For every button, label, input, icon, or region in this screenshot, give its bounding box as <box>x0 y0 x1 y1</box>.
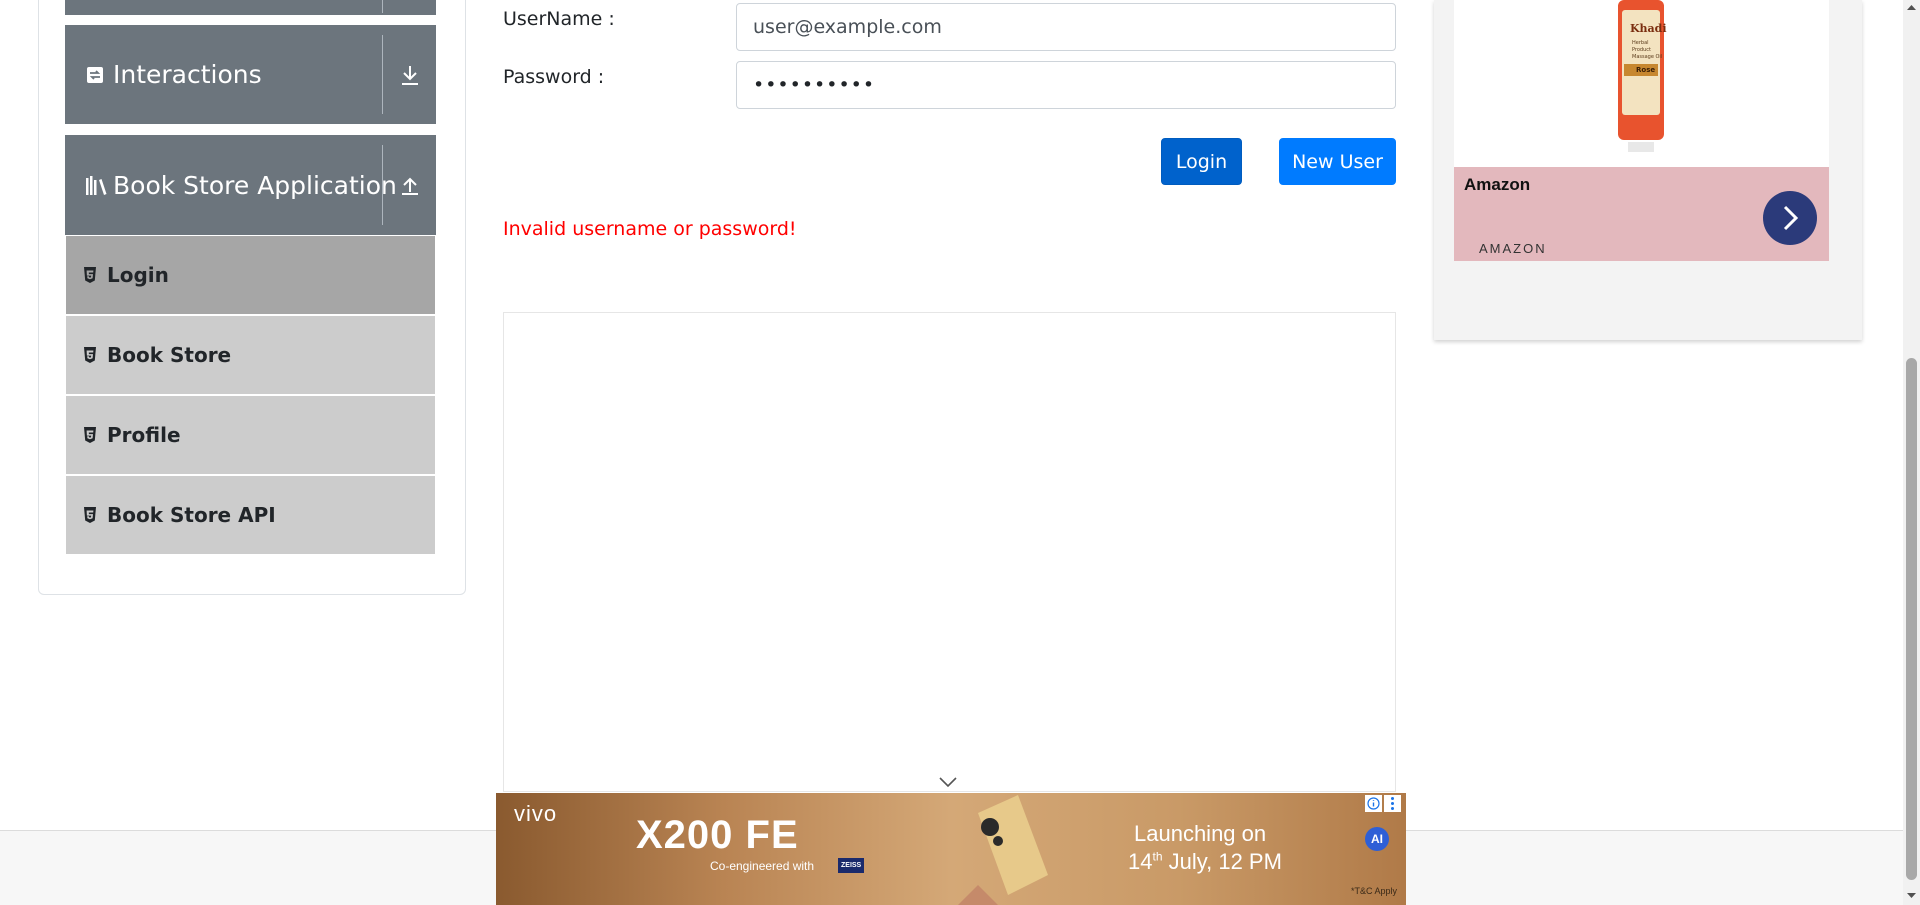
results-panel <box>503 312 1396 792</box>
ad-product-line-2: Product <box>1632 47 1651 53</box>
username-input[interactable]: user@example.com <box>736 3 1396 51</box>
sidebar-item-profile[interactable]: Profile <box>66 396 435 474</box>
ad-banner[interactable]: Amazon AMAZON <box>1454 167 1829 261</box>
login-button-label: Login <box>1175 150 1228 173</box>
sidebar-item-book-store-api[interactable]: Book Store API <box>66 476 435 554</box>
scroll-up-arrow-icon[interactable] <box>1907 4 1916 10</box>
ad-partner-logo: ZEISS <box>838 858 865 873</box>
books-icon <box>85 174 109 196</box>
new-user-button-label: New User <box>1292 150 1383 173</box>
phone-image <box>958 795 1048 905</box>
html5-icon <box>84 507 96 523</box>
scroll-down-arrow-icon[interactable] <box>1907 893 1916 899</box>
ad-launch-line-1: Launching on <box>1134 821 1267 846</box>
sidebar-item-label: Login <box>107 263 169 287</box>
ai-badge-icon: AI <box>1365 827 1389 851</box>
ad-launch-line-2: July, 12 PM <box>1162 849 1282 874</box>
password-label: Password : <box>503 66 605 88</box>
sidebar-item-login[interactable]: Login <box>66 236 435 314</box>
ad-advertiser: Amazon <box>1464 175 1531 194</box>
ad-info-icon[interactable] <box>1365 795 1382 812</box>
page-scrollbar[interactable] <box>1903 0 1920 905</box>
repeat-icon <box>85 64 105 86</box>
arrow-down-icon[interactable] <box>395 60 425 90</box>
right-ad[interactable]: Khadi Herbal Product Massage Oil Rose Am… <box>1434 0 1862 340</box>
group-label-interactions: Interactions <box>113 60 262 89</box>
sidebar-item-label: Profile <box>107 423 181 447</box>
ad-launch-suffix: th <box>1152 849 1163 864</box>
ad-brand: vivo <box>514 801 558 826</box>
arrow-up-icon[interactable] <box>395 170 425 200</box>
password-input[interactable]: •••••••••• <box>736 61 1396 109</box>
ad-product-variant: Rose <box>1636 66 1656 74</box>
username-value: user@example.com <box>753 16 942 38</box>
group-label-book-store-application: Book Store Application <box>113 170 397 200</box>
ad-advertiser-caption: AMAZON <box>1479 241 1547 256</box>
scrollbar-thumb[interactable] <box>1906 358 1917 880</box>
group-divider <box>382 145 383 225</box>
ad-product-line-1: Herbal <box>1632 40 1649 46</box>
chevron-down-icon[interactable] <box>939 776 957 788</box>
sidebar-item-book-store[interactable]: Book Store <box>66 316 435 394</box>
bottom-ad[interactable]: vivo X200 FE Co-engineered with ZEISS La… <box>496 793 1406 905</box>
ad-launch-day: 14 <box>1128 849 1153 874</box>
username-label: UserName : <box>503 8 615 30</box>
html5-icon <box>84 347 96 363</box>
error-message: Invalid username or password! <box>503 218 797 240</box>
ad-product-area: Khadi Herbal Product Massage Oil Rose <box>1454 0 1829 167</box>
ad-terms: *T&C Apply <box>1351 886 1398 896</box>
group-header-interactions[interactable]: Interactions <box>65 25 436 124</box>
login-button[interactable]: Login <box>1161 138 1242 185</box>
group-header-book-store-application[interactable]: Book Store Application <box>65 135 436 235</box>
group-header-previous[interactable] <box>65 0 436 15</box>
password-value: •••••••••• <box>753 74 876 96</box>
new-user-button[interactable]: New User <box>1279 138 1396 185</box>
ad-launch-date: 14th July, 12 PM <box>1128 849 1282 875</box>
chevron-right-icon[interactable] <box>1763 191 1817 245</box>
ad-tagline: Co-engineered with <box>710 859 815 873</box>
group-divider <box>382 35 383 114</box>
ad-options-icon[interactable] <box>1384 795 1401 812</box>
sidebar-item-label: Book Store <box>107 343 232 367</box>
ad-product-brand: Khadi <box>1630 22 1667 35</box>
html5-icon <box>84 427 96 443</box>
ad-model: X200 FE <box>636 813 799 857</box>
ad-product-line-3: Massage Oil <box>1632 54 1663 60</box>
ai-badge-label: AI <box>1371 832 1383 846</box>
sidebar-item-label: Book Store API <box>107 503 276 527</box>
html5-icon <box>84 267 96 283</box>
